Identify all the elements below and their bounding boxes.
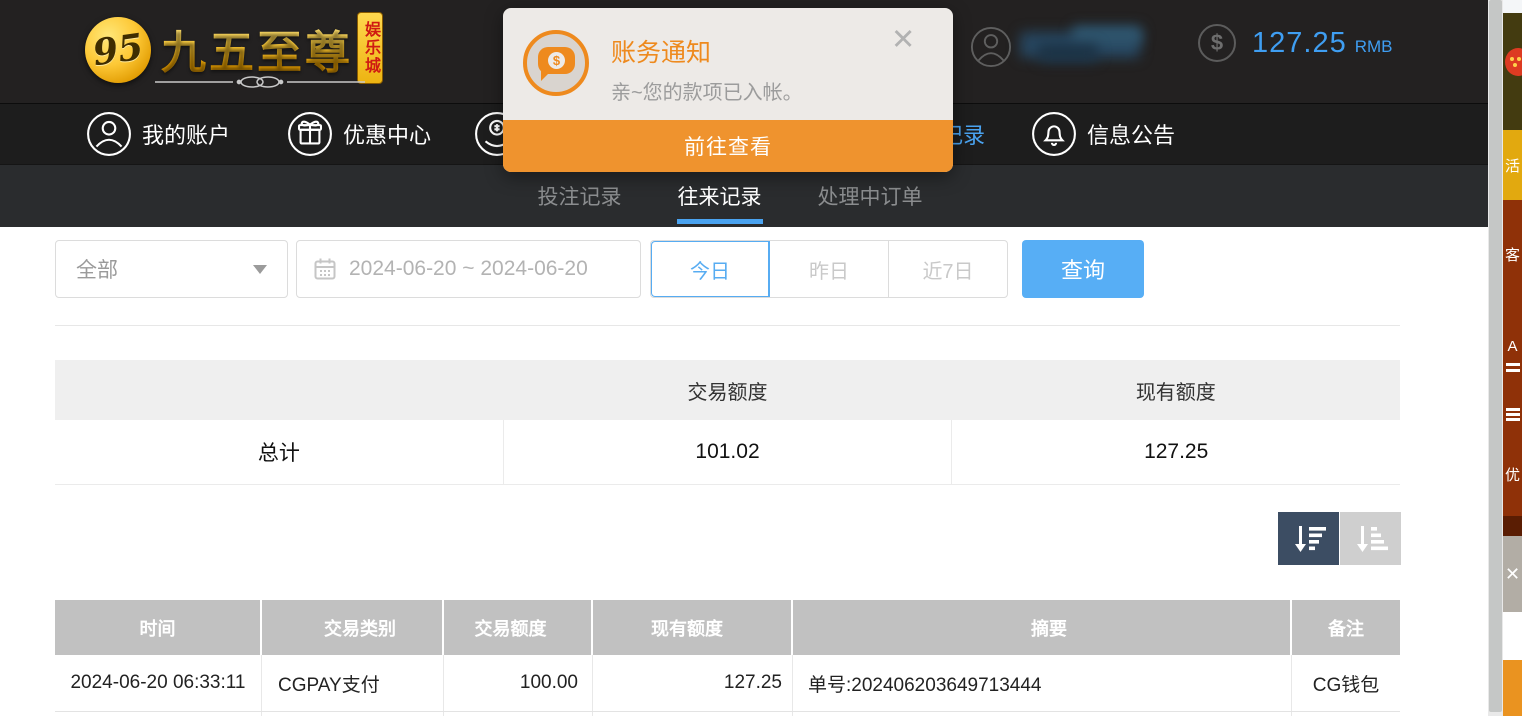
summary-transaction-amount: 101.02 (503, 420, 952, 484)
sidebar-top-sliver (1503, 0, 1522, 13)
records-header-time: 时间 (55, 600, 262, 655)
sort-ascending-icon (1353, 522, 1389, 556)
sort-controls (1278, 512, 1401, 565)
query-button[interactable]: 查询 (1022, 240, 1144, 298)
sidebar-bottom-button[interactable] (1503, 660, 1522, 716)
table-row: 2024-06-20 06:33:11 CGPAY支付 100.00 127.2… (55, 655, 1400, 712)
badge-icon (1505, 48, 1522, 76)
calendar-icon (313, 257, 337, 281)
record-tabs: 投注记录 往来记录 处理中订单 (500, 164, 960, 227)
summary-header-transaction-amount: 交易额度 (503, 360, 951, 420)
dollar-coin-icon: $ (1198, 24, 1236, 62)
floating-sidebar-sliver: 活 客 A 优 ✕ (1503, 0, 1522, 716)
sort-ascending-button[interactable] (1340, 512, 1401, 565)
scrollbar-track[interactable] (1488, 0, 1503, 716)
money-bubble-icon: $ (538, 47, 575, 74)
menu-lines-icon (1506, 408, 1520, 411)
wallet-balance[interactable]: $ 127.25 RMB (1198, 24, 1392, 62)
account-icon (86, 111, 132, 157)
record-time: 2024-06-20 06:33:11 (55, 655, 262, 711)
sidebar-activity-button[interactable]: 活 (1503, 130, 1522, 200)
divider (55, 325, 1400, 326)
table-row-partial (55, 712, 1400, 716)
quick-range-today[interactable]: 今日 (651, 241, 770, 297)
quick-range-7days[interactable]: 近7日 (889, 241, 1007, 297)
chevron-down-icon (253, 265, 267, 274)
sidebar-menu-button[interactable] (1503, 396, 1522, 432)
menu-lines-icon (1506, 363, 1520, 366)
username-redacted (1020, 28, 1150, 66)
type-select-value: 全部 (76, 254, 118, 284)
notification-title: 账务通知 (611, 33, 711, 69)
sidebar-customer-service-button[interactable]: 客 (1503, 200, 1522, 308)
logo-coin-icon: 95 (85, 17, 151, 83)
summary-current-balance: 127.25 (951, 420, 1400, 484)
go-view-button[interactable]: 前往查看 (503, 120, 953, 172)
notification-message: 亲~您的款项已入帐。 (611, 76, 803, 105)
sidebar-promo-button[interactable]: 优 (1503, 432, 1522, 516)
sidebar-app-button[interactable]: A (1503, 308, 1522, 396)
records-header-row: 时间 交易类别 交易额度 现有额度 摘要 备注 (55, 600, 1400, 655)
sidebar-gap (1503, 612, 1522, 660)
logo-flourish-icon (153, 74, 367, 90)
user-info[interactable] (970, 26, 1142, 68)
record-summary: 单号:202406203649713444 (793, 655, 1292, 711)
brand-name: 九五至尊 (161, 16, 353, 81)
records-header-type: 交易类别 (262, 600, 444, 655)
tab-betting-records[interactable]: 投注记录 (538, 164, 622, 227)
record-type: CGPAY支付 (262, 655, 444, 711)
summary-header-blank (55, 360, 503, 420)
records-table: 时间 交易类别 交易额度 现有额度 摘要 备注 2024-06-20 06:33… (55, 600, 1400, 716)
tab-processing-orders[interactable]: 处理中订单 (818, 164, 923, 227)
bell-icon (1031, 111, 1077, 157)
balance-amount: 127.25 (1252, 27, 1347, 60)
tab-transaction-records[interactable]: 往来记录 (678, 164, 762, 227)
date-range-input[interactable]: 2024-06-20 ~ 2024-06-20 (296, 240, 641, 298)
nav-item-my-account[interactable]: 我的账户 (86, 110, 230, 158)
quick-range-group: 今日 昨日 近7日 (650, 240, 1008, 298)
records-header-amount: 交易额度 (444, 600, 593, 655)
record-balance: 127.25 (593, 655, 793, 711)
avatar-icon (970, 26, 1012, 68)
records-header-balance: 现有额度 (593, 600, 793, 655)
sidebar-close-button[interactable]: ✕ (1503, 536, 1522, 612)
record-remark: CG钱包 (1292, 655, 1400, 711)
gift-icon (287, 111, 333, 157)
page: 95 九五至尊 娱乐城 $ 127.25 RMB 我的账户 优惠 (0, 0, 1522, 716)
nav-item-promotions[interactable]: 优惠中心 (287, 110, 431, 158)
summary-header-row: 交易额度 现有额度 (55, 360, 1400, 420)
summary-total-label: 总计 (55, 420, 503, 484)
date-range-value: 2024-06-20 ~ 2024-06-20 (349, 257, 588, 281)
type-select[interactable]: 全部 (55, 240, 288, 298)
sidebar-service-block[interactable] (1503, 13, 1522, 130)
sort-descending-button[interactable] (1278, 512, 1339, 565)
nav-item-announcements[interactable]: 信息公告 (1031, 110, 1175, 158)
sidebar-separator (1503, 516, 1522, 536)
sort-descending-icon (1291, 522, 1327, 556)
summary-table: 交易额度 现有额度 总计 101.02 127.25 (55, 360, 1400, 485)
notification-popup: $ 账务通知 亲~您的款项已入帐。 ✕ 前往查看 (503, 8, 953, 172)
record-amount: 100.00 (444, 655, 593, 711)
records-header-remark: 备注 (1292, 600, 1400, 655)
site-logo[interactable]: 95 九五至尊 娱乐城 (85, 14, 395, 98)
quick-range-yesterday[interactable]: 昨日 (770, 241, 889, 297)
scrollbar-thumb[interactable] (1489, 0, 1502, 712)
records-header-summary: 摘要 (793, 600, 1292, 655)
summary-total-row: 总计 101.02 127.25 (55, 420, 1400, 485)
summary-header-current-balance: 现有额度 (952, 360, 1400, 420)
close-icon[interactable]: ✕ (891, 26, 915, 55)
balance-currency: RMB (1355, 37, 1393, 57)
finance-notice-icon: $ (523, 30, 589, 96)
